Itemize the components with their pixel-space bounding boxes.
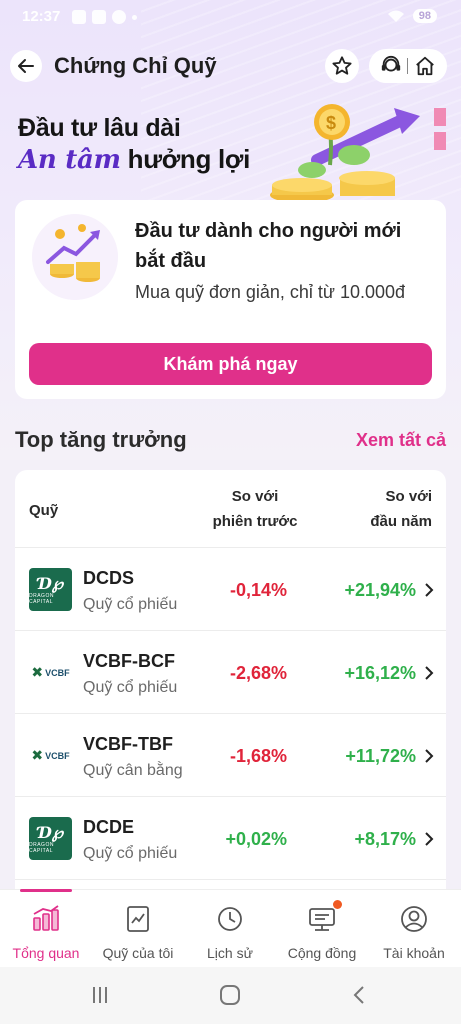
column-header-prev-session: So với phiên trước bbox=[205, 484, 305, 534]
promo-card: Đầu tư dành cho người mới bắt đầu Mua qu… bbox=[15, 200, 446, 399]
fund-code: VCBF-TBF bbox=[83, 734, 173, 754]
fund-code: VCBF-BCF bbox=[83, 651, 175, 671]
nav-label: Cộng đồng bbox=[287, 945, 357, 961]
nav-overview[interactable]: Tổng quan bbox=[0, 889, 92, 968]
notification-icon bbox=[72, 10, 86, 24]
logo-text: DRAGON CAPITAL bbox=[29, 593, 54, 605]
nav-label: Tổng quan bbox=[12, 945, 80, 961]
see-all-link[interactable]: Xem tất cả bbox=[356, 430, 446, 451]
community-icon bbox=[309, 908, 335, 931]
chevron-right-icon bbox=[425, 583, 434, 597]
bottom-navigation: Tổng quan Quỹ của tôi Lịch sử Cộng đồng … bbox=[0, 889, 461, 967]
banner-subheadline: An tâm hưởng lợi bbox=[18, 144, 250, 175]
account-icon bbox=[401, 906, 427, 932]
active-indicator bbox=[20, 889, 72, 892]
explore-now-button[interactable]: Khám phá ngay bbox=[29, 343, 432, 385]
favorite-button[interactable] bbox=[325, 49, 359, 83]
column-header-prev-line2: phiên trước bbox=[212, 513, 298, 530]
nav-account[interactable]: Tài khoản bbox=[368, 890, 460, 968]
nav-label: Quỹ của tôi bbox=[102, 945, 174, 961]
svg-text:$: $ bbox=[326, 113, 336, 133]
nav-label: Lịch sử bbox=[207, 945, 253, 961]
fund-type: Quỹ cổ phiếu bbox=[83, 679, 178, 696]
chevron-right-icon bbox=[425, 749, 434, 763]
page-title: Chứng Chỉ Quỹ bbox=[54, 53, 217, 78]
banner-rest-text: hưởng lợi bbox=[120, 144, 251, 174]
system-status: 98 bbox=[387, 9, 437, 23]
beginner-investment-illustration bbox=[32, 214, 118, 300]
top-growth-title: Top tăng trưởng bbox=[15, 427, 187, 452]
table-row[interactable]: ✖ VCBF VCBF-BCF Quỹ cổ phiếu -2,68% +16,1… bbox=[15, 631, 446, 714]
app-header: Chứng Chỉ Quỹ bbox=[0, 46, 461, 86]
nav-label: Tài khoản bbox=[383, 945, 445, 961]
promo-subtitle: Mua quỹ đơn giản, chỉ từ 10.000đ bbox=[135, 282, 406, 302]
back-button[interactable] bbox=[10, 50, 42, 82]
change-year-start: +11,72% bbox=[345, 746, 416, 766]
home-button-icon[interactable] bbox=[218, 983, 242, 1007]
nav-my-fund[interactable]: Quỹ của tôi bbox=[92, 890, 184, 968]
fund-type: Quỹ cổ phiếu bbox=[83, 596, 178, 613]
column-header-fund: Quỹ bbox=[29, 502, 59, 519]
fund-type: Quỹ cân bằng bbox=[83, 762, 183, 779]
back-nav-icon[interactable] bbox=[348, 983, 372, 1007]
change-year-start: +8,17% bbox=[354, 829, 416, 849]
home-icon[interactable] bbox=[414, 55, 436, 77]
star-icon bbox=[332, 56, 352, 75]
history-icon bbox=[218, 907, 242, 931]
overview-icon bbox=[33, 905, 59, 931]
notification-badge bbox=[333, 900, 342, 909]
column-header-year-line1: So với bbox=[385, 488, 432, 505]
arrow-left-icon bbox=[18, 59, 34, 73]
promo-title: Đầu tư dành cho người mới bắt đầu bbox=[135, 220, 402, 272]
recent-apps-icon[interactable] bbox=[88, 983, 112, 1007]
dragon-capital-logo: Ɗ℘ DRAGON CAPITAL bbox=[29, 817, 72, 860]
logo-text: VCBF bbox=[45, 750, 70, 761]
change-prev-session: +0,02% bbox=[225, 829, 287, 849]
divider bbox=[407, 58, 409, 74]
status-bar: 12:37 98 bbox=[0, 0, 461, 34]
fund-code: DCDS bbox=[83, 568, 135, 588]
banner-accent-text: An tâm bbox=[18, 145, 121, 175]
top-growth-table: Quỹ So với phiên trước So với đầu năm Ɗ℘… bbox=[15, 470, 446, 910]
logo-text: DRAGON CAPITAL bbox=[29, 842, 54, 854]
change-prev-session: -2,68% bbox=[229, 663, 287, 683]
nav-history[interactable]: Lịch sử bbox=[184, 890, 276, 968]
system-navigation-bar bbox=[0, 967, 461, 1024]
support-agent-icon[interactable] bbox=[380, 55, 402, 77]
column-header-year-start: So với đầu năm bbox=[332, 484, 432, 534]
change-year-start: +16,12% bbox=[344, 663, 416, 683]
fund-type: Quỹ cổ phiếu bbox=[83, 845, 178, 862]
battery-icon: 98 bbox=[412, 9, 437, 23]
chevron-right-icon bbox=[425, 666, 434, 680]
status-time: 12:37 bbox=[22, 8, 61, 25]
change-year-start: +21,94% bbox=[344, 580, 416, 600]
column-header-prev-line1: So với bbox=[231, 488, 279, 505]
column-header-year-line2: đầu năm bbox=[370, 513, 432, 530]
header-actions bbox=[369, 49, 447, 83]
vcbf-logo: ✖ VCBF bbox=[31, 664, 70, 680]
table-row[interactable]: Ɗ℘ DRAGON CAPITAL DCDE Quỹ cổ phiếu +0,0… bbox=[15, 797, 446, 880]
my-fund-icon bbox=[127, 906, 149, 932]
more-dot-icon bbox=[132, 15, 137, 20]
table-row[interactable]: ✖ VCBF VCBF-TBF Quỹ cân bằng -1,68% +11,7… bbox=[15, 714, 446, 797]
dragon-capital-logo: Ɗ℘ DRAGON CAPITAL bbox=[29, 568, 72, 611]
growth-coins-illustration: $ bbox=[270, 104, 446, 203]
wifi-icon bbox=[387, 10, 404, 22]
logo-text: VCBF bbox=[45, 667, 70, 678]
banner-headline: Đầu tư lâu dài bbox=[18, 114, 181, 142]
notification-icons bbox=[72, 10, 137, 24]
vcbf-logo: ✖ VCBF bbox=[31, 747, 70, 763]
change-prev-session: -0,14% bbox=[229, 580, 287, 600]
chevron-right-icon bbox=[425, 832, 434, 846]
change-prev-session: -1,68% bbox=[229, 746, 287, 766]
app-icon bbox=[112, 10, 126, 24]
table-row[interactable]: Ɗ℘ DRAGON CAPITAL DCDS Quỹ cổ phiếu -0,1… bbox=[15, 548, 446, 631]
mail-icon bbox=[92, 10, 106, 24]
nav-community[interactable]: Cộng đồng bbox=[276, 890, 368, 968]
fund-code: DCDE bbox=[83, 817, 135, 837]
